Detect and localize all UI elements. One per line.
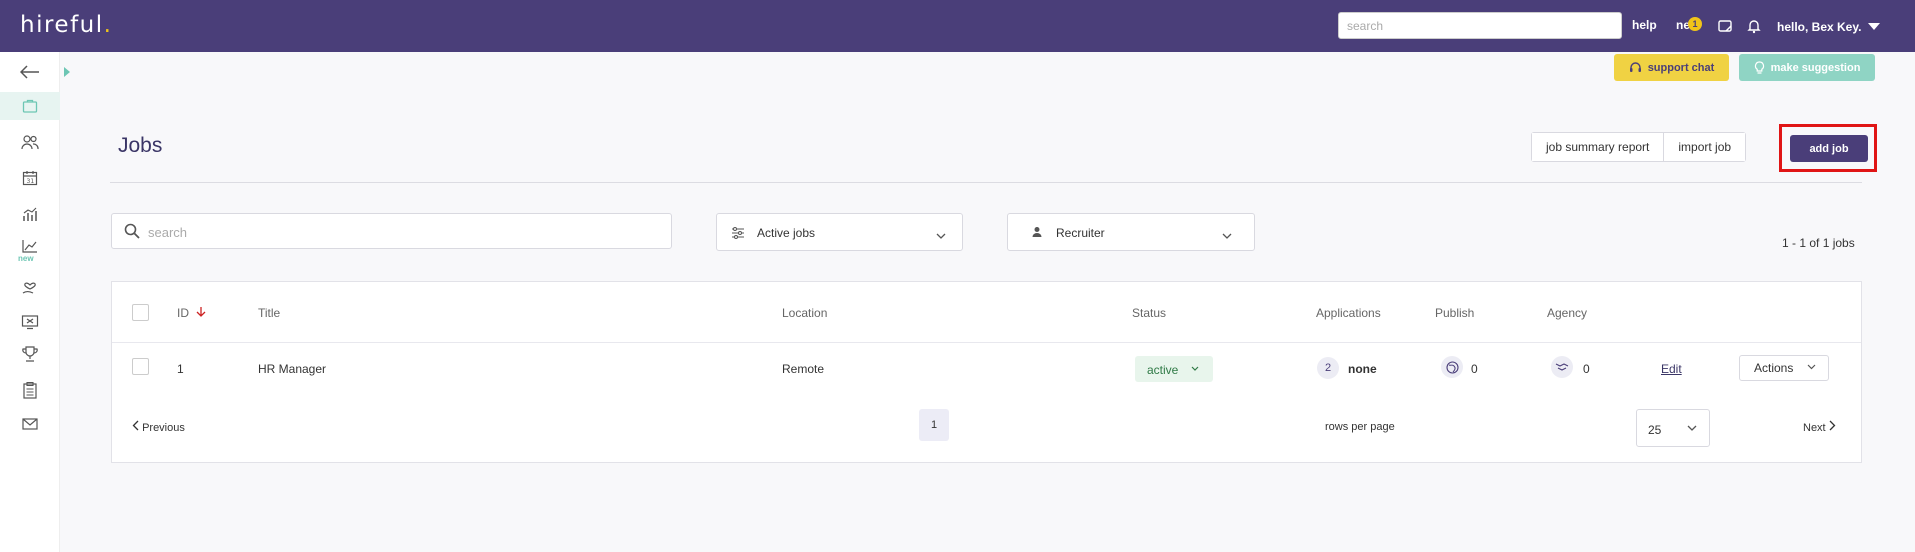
recruiter-filter-label: Recruiter — [1056, 226, 1105, 240]
support-chat-label: support chat — [1647, 61, 1715, 74]
column-header-location[interactable]: Location — [782, 306, 827, 320]
previous-page-button[interactable]: Previous — [132, 420, 185, 434]
rows-per-page-label: rows per page — [1325, 421, 1395, 433]
agency-count: 0 — [1583, 362, 1590, 376]
actions-label: Actions — [1754, 361, 1794, 375]
new-label: new — [18, 254, 34, 263]
row-checkbox[interactable] — [132, 358, 149, 375]
job-status-filter-label: Active jobs — [757, 226, 816, 240]
page-number-button[interactable]: 1 — [919, 409, 949, 441]
column-header-publish[interactable]: Publish — [1435, 306, 1474, 320]
hireful-logo[interactable]: hireful. — [20, 12, 112, 38]
analytics-icon[interactable] — [18, 202, 42, 226]
sidebar-item-jobs[interactable] — [0, 92, 60, 120]
back-arrow-icon[interactable] — [18, 60, 42, 84]
job-status-dropdown[interactable]: active — [1135, 356, 1213, 382]
publish-count: 0 — [1471, 362, 1478, 376]
bell-icon[interactable] — [1745, 17, 1763, 35]
lightbulb-icon — [1754, 60, 1764, 74]
search-icon — [124, 223, 140, 242]
calendar-icon[interactable]: 31 — [18, 166, 42, 190]
jobs-search-box — [111, 213, 672, 249]
sort-down-arrow-icon[interactable] — [196, 306, 206, 317]
heart-hand-icon[interactable] — [18, 274, 42, 298]
news-badge: 1 — [1688, 17, 1702, 31]
headset-icon — [1629, 62, 1641, 72]
results-count: 1 - 1 of 1 jobs — [1782, 236, 1855, 250]
add-job-button[interactable]: add job — [1790, 135, 1868, 162]
clipboard-icon[interactable] — [18, 378, 42, 402]
make-suggestion-label: make suggestion — [1770, 61, 1861, 74]
row-divider — [112, 342, 1861, 343]
recruiter-filter-dropdown[interactable]: Recruiter — [1007, 213, 1255, 251]
publish-globe-icon[interactable] — [1441, 356, 1463, 378]
help-link[interactable]: help — [1632, 18, 1657, 32]
chevron-down-icon — [1807, 364, 1816, 370]
jobs-search-input[interactable] — [148, 222, 648, 242]
next-page-button[interactable]: Next — [1803, 420, 1836, 434]
global-search-input[interactable] — [1338, 12, 1622, 39]
add-job-highlight: add job — [1779, 124, 1877, 172]
filter-sliders-icon — [731, 226, 745, 243]
job-status-label: active — [1147, 363, 1179, 377]
screen-icon[interactable] — [18, 310, 42, 334]
mail-icon[interactable] — [18, 412, 42, 436]
job-location: Remote — [782, 362, 825, 376]
job-id: 1 — [177, 362, 184, 376]
briefcase-icon — [22, 99, 38, 113]
chevron-down-icon — [1191, 366, 1199, 371]
column-header-id[interactable]: ID — [177, 306, 206, 320]
chevron-down-icon — [1222, 228, 1232, 242]
user-menu-caret-icon[interactable] — [1868, 23, 1880, 30]
report-button-group: job summary report import job — [1531, 132, 1747, 162]
person-icon — [1032, 226, 1042, 241]
applications-count[interactable]: 2 — [1317, 357, 1339, 379]
job-status-filter-dropdown[interactable]: Active jobs — [716, 213, 963, 251]
chevron-down-icon — [936, 228, 946, 242]
select-all-checkbox[interactable] — [132, 304, 149, 321]
column-header-status[interactable]: Status — [1132, 306, 1166, 320]
edit-job-link[interactable]: Edit — [1661, 362, 1682, 376]
top-navbar: hireful. help ne 1 hello, Bex Key. — [0, 0, 1915, 52]
column-header-title[interactable]: Title — [258, 306, 280, 320]
job-summary-report-button[interactable]: job summary report — [1532, 133, 1664, 161]
support-chat-button[interactable]: support chat — [1614, 54, 1729, 81]
column-header-applications[interactable]: Applications — [1316, 306, 1381, 320]
expand-sidebar-icon[interactable] — [64, 67, 70, 77]
rows-per-page-select[interactable]: 25 — [1636, 409, 1710, 447]
agency-handshake-icon[interactable] — [1551, 356, 1573, 378]
svg-text:31: 31 — [27, 178, 35, 185]
chevron-left-icon — [132, 420, 139, 431]
jobs-table: ID Title Location Status Applications Pu… — [111, 281, 1862, 463]
trophy-icon[interactable] — [18, 342, 42, 366]
user-menu[interactable]: hello, Bex Key. — [1777, 20, 1861, 34]
chevron-down-icon — [1687, 425, 1697, 431]
applications-status: none — [1348, 362, 1377, 376]
column-header-agency[interactable]: Agency — [1547, 306, 1587, 320]
people-icon[interactable] — [18, 130, 42, 154]
sidebar: 31 new — [0, 52, 60, 552]
page-title: Jobs — [118, 134, 163, 157]
make-suggestion-button[interactable]: make suggestion — [1739, 54, 1875, 81]
chevron-right-icon — [1829, 420, 1836, 431]
header-divider — [110, 182, 1862, 183]
job-title-link[interactable]: HR Manager — [258, 362, 326, 376]
import-job-button[interactable]: import job — [1663, 133, 1746, 161]
notes-icon[interactable] — [1716, 17, 1734, 35]
actions-dropdown-button[interactable]: Actions — [1739, 355, 1829, 381]
rows-per-page-value: 25 — [1648, 423, 1662, 437]
